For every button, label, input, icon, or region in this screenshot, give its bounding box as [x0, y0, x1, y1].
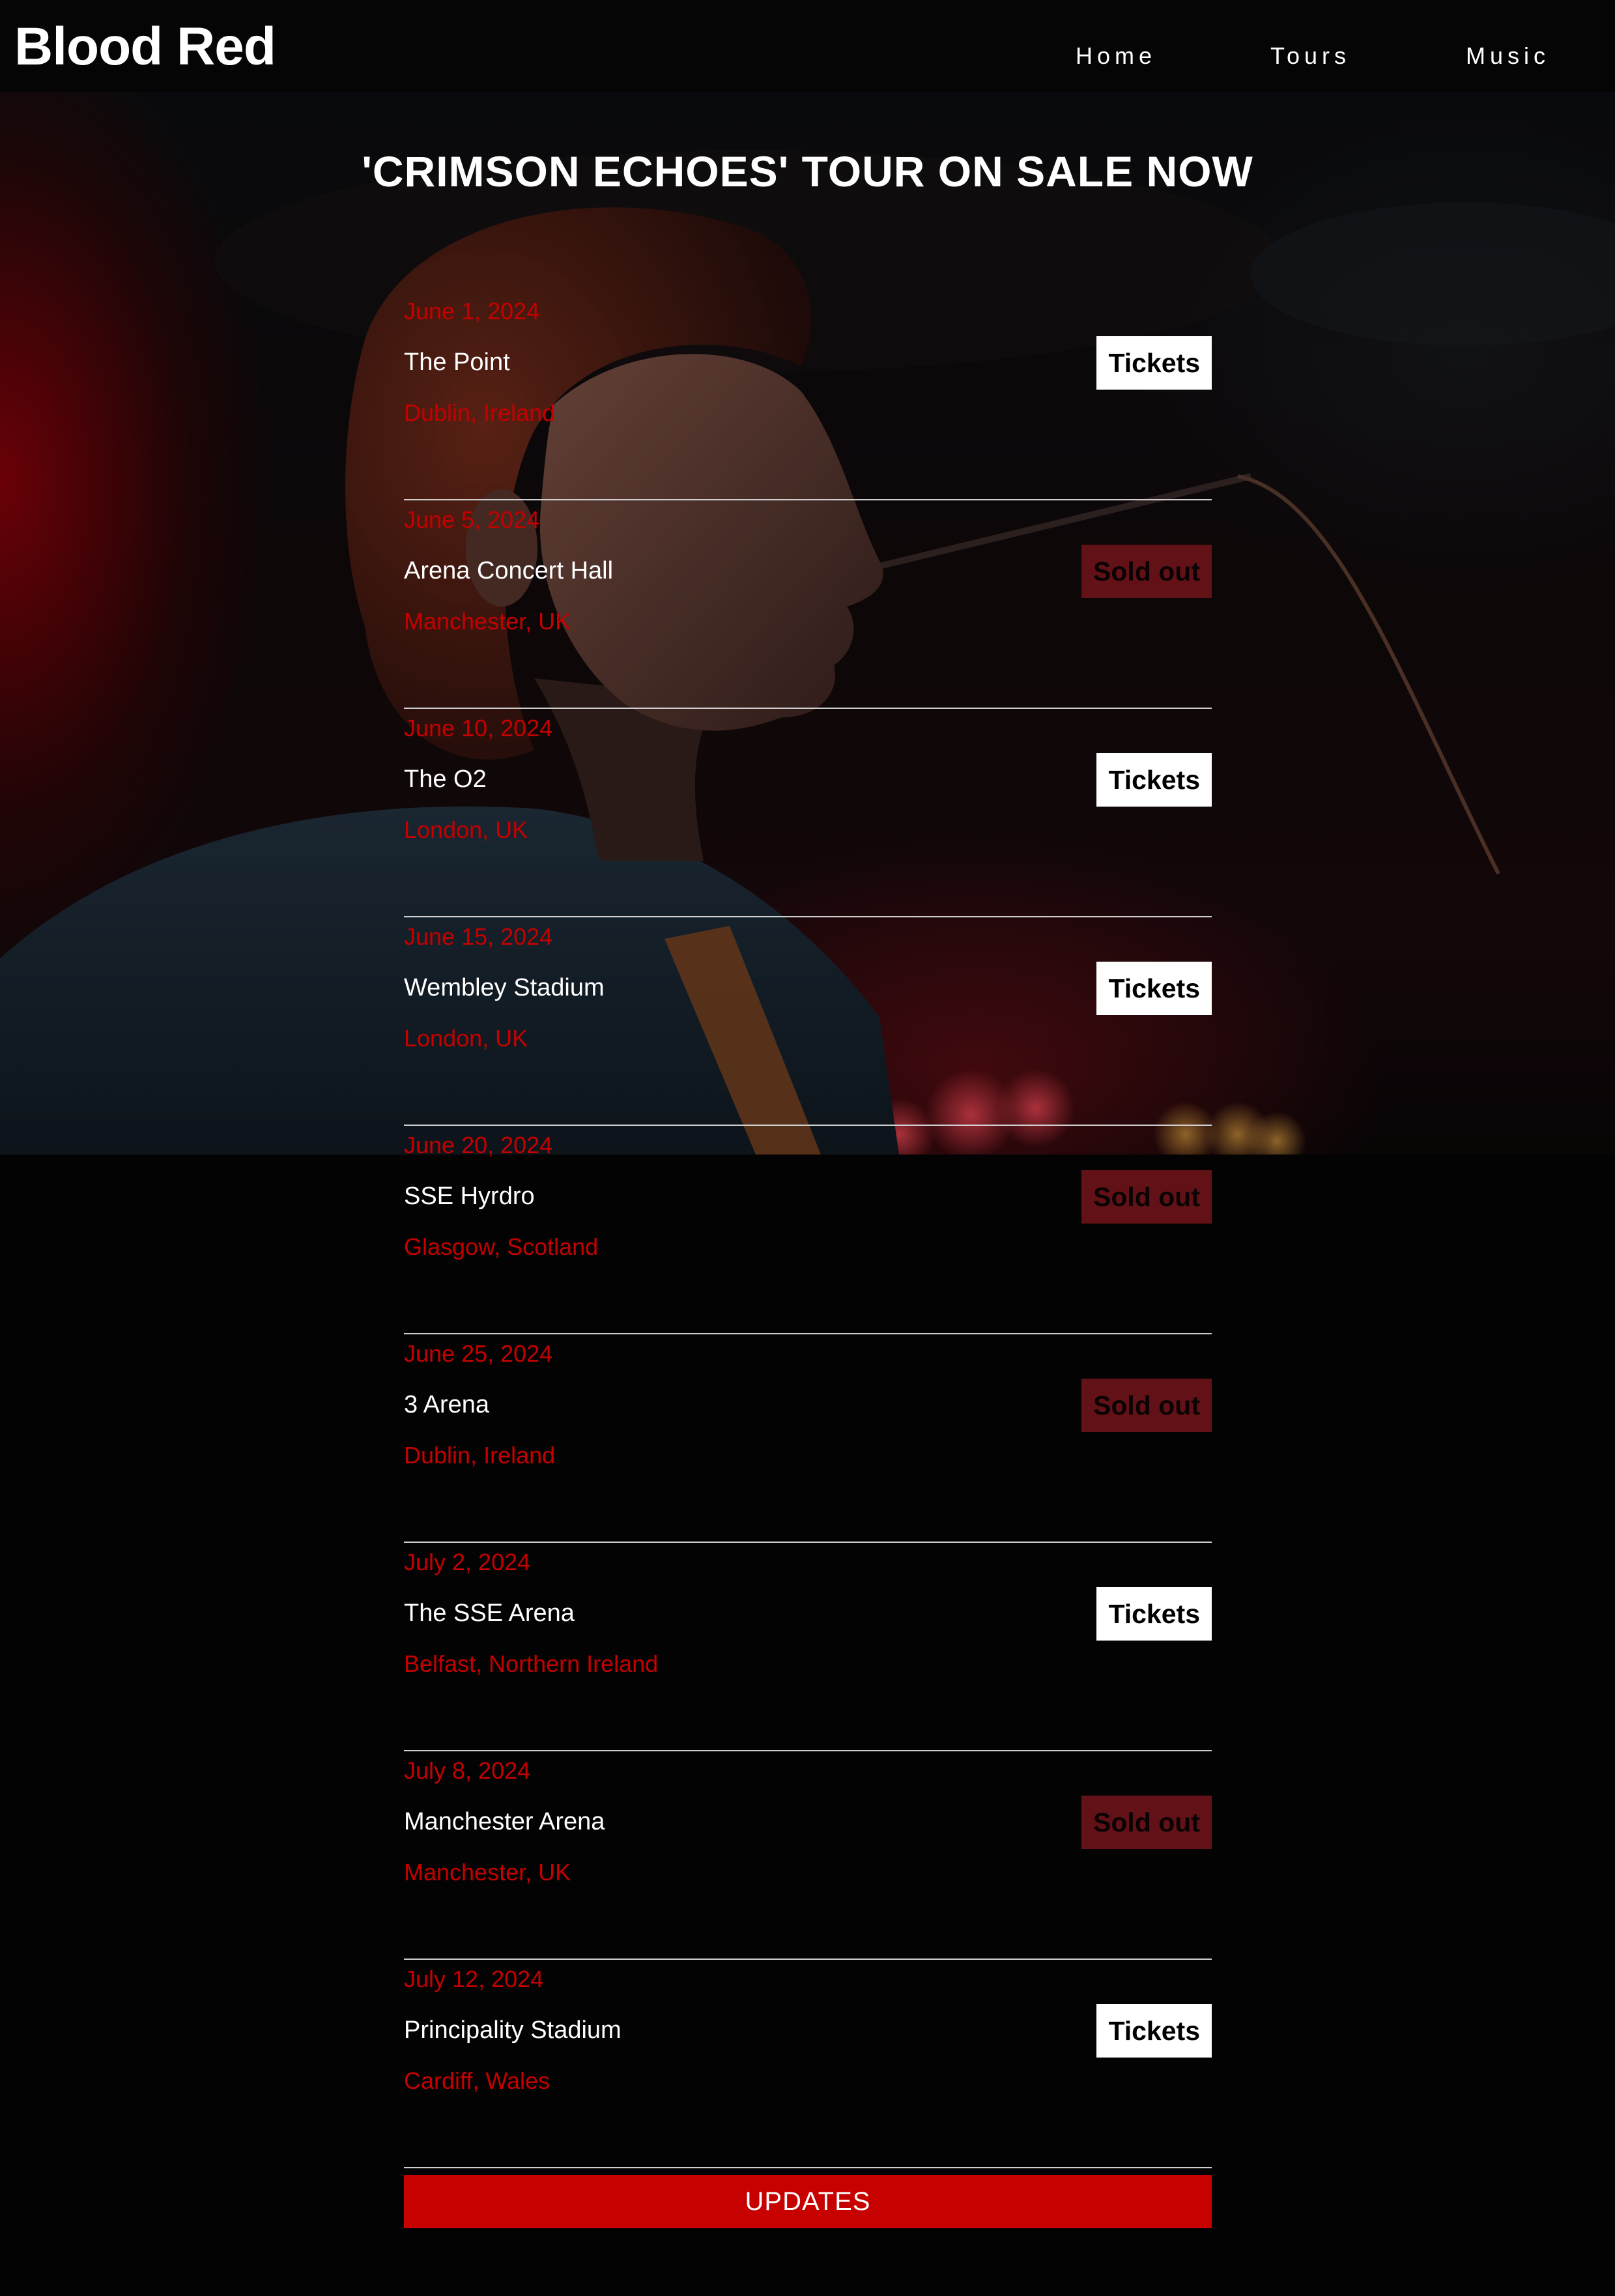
updates-button[interactable]: UPDATES — [404, 2175, 1212, 2228]
tour-location: Cardiff, Wales — [404, 2067, 550, 2094]
tour-item: July 12, 2024 Principality Stadium Cardi… — [404, 1960, 1212, 2168]
tour-item: June 5, 2024 Arena Concert Hall Manchest… — [404, 500, 1212, 709]
tour-location: Belfast, Northern Ireland — [404, 1650, 659, 1677]
tickets-button[interactable]: Tickets — [1096, 2004, 1212, 2058]
nav-tours-link[interactable]: Tours — [1270, 42, 1351, 70]
tour-date: July 12, 2024 — [404, 1966, 544, 1992]
tour-location: London, UK — [404, 816, 528, 843]
tour-item: June 1, 2024 The Point Dublin, Ireland T… — [404, 292, 1212, 500]
tour-venue: The Point — [404, 349, 510, 376]
tour-venue: Wembley Stadium — [404, 974, 605, 1001]
tour-item: June 10, 2024 The O2 London, UK Tickets — [404, 709, 1212, 917]
nav-home-link[interactable]: Home — [1076, 42, 1156, 70]
tour-item: July 2, 2024 The SSE Arena Belfast, Nort… — [404, 1543, 1212, 1751]
tour-location: London, UK — [404, 1025, 528, 1052]
sold-out-badge: Sold out — [1081, 545, 1212, 598]
tour-list: June 1, 2024 The Point Dublin, Ireland T… — [404, 292, 1212, 2168]
tour-location: Dublin, Ireland — [404, 399, 556, 426]
tour-location: Manchester, UK — [404, 1859, 571, 1886]
tour-date: June 20, 2024 — [404, 1132, 553, 1158]
tour-location: Manchester, UK — [404, 608, 571, 635]
tickets-button[interactable]: Tickets — [1096, 1587, 1212, 1641]
tickets-button[interactable]: Tickets — [1096, 336, 1212, 390]
tour-item: June 20, 2024 SSE Hyrdro Glasgow, Scotla… — [404, 1126, 1212, 1334]
nav-music-link[interactable]: Music — [1466, 42, 1550, 70]
sold-out-badge: Sold out — [1081, 1379, 1212, 1432]
tour-date: June 1, 2024 — [404, 298, 540, 324]
sold-out-badge: Sold out — [1081, 1796, 1212, 1849]
tour-date: June 25, 2024 — [404, 1340, 553, 1367]
tour-venue: SSE Hyrdro — [404, 1183, 535, 1210]
tour-venue: The O2 — [404, 766, 487, 793]
tour-date: July 2, 2024 — [404, 1549, 531, 1575]
tour-item: June 15, 2024 Wembley Stadium London, UK… — [404, 917, 1212, 1126]
tour-date: June 15, 2024 — [404, 923, 553, 950]
sold-out-badge: Sold out — [1081, 1170, 1212, 1224]
tickets-button[interactable]: Tickets — [1096, 753, 1212, 807]
tour-date: July 8, 2024 — [404, 1757, 531, 1784]
tour-venue: Manchester Arena — [404, 1808, 605, 1835]
page-title: 'CRIMSON ECHOES' TOUR ON SALE NOW — [362, 147, 1253, 195]
tour-date: June 10, 2024 — [404, 715, 553, 741]
tour-venue: The SSE Arena — [404, 1600, 575, 1627]
main-nav: Home Tours Music — [0, 0, 1615, 92]
tour-date: June 5, 2024 — [404, 506, 540, 533]
tour-location: Dublin, Ireland — [404, 1442, 556, 1469]
tour-venue: Principality Stadium — [404, 2016, 622, 2044]
site-header: Blood Red Home Tours Music — [0, 0, 1615, 92]
tour-venue: 3 Arena — [404, 1391, 489, 1418]
tour-item: June 25, 2024 3 Arena Dublin, Ireland So… — [404, 1334, 1212, 1543]
tour-item: July 8, 2024 Manchester Arena Manchester… — [404, 1751, 1212, 1960]
tickets-button[interactable]: Tickets — [1096, 962, 1212, 1015]
tour-location: Glasgow, Scotland — [404, 1233, 599, 1260]
tour-venue: Arena Concert Hall — [404, 557, 614, 584]
